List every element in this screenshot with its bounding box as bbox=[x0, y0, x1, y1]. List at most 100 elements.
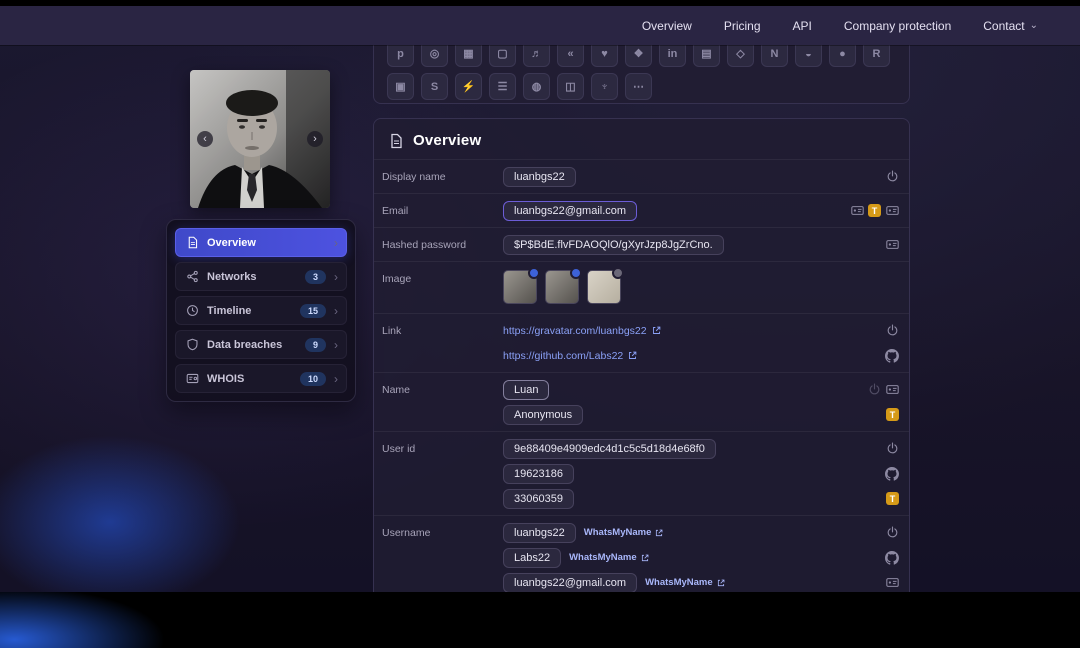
field-label: User id bbox=[382, 443, 416, 455]
field-label: Link bbox=[382, 325, 402, 337]
social-icon[interactable]: ☰ bbox=[489, 73, 516, 100]
share-icon bbox=[185, 270, 199, 284]
external-link-icon bbox=[641, 554, 649, 561]
shield-icon bbox=[185, 338, 199, 352]
name-value: Anonymous bbox=[503, 404, 584, 425]
link-text: WhatsMyName bbox=[645, 577, 713, 588]
thumbnail-badge bbox=[612, 267, 624, 279]
field-label: Display name bbox=[382, 171, 446, 183]
display-name-value: luanbgs22 bbox=[503, 166, 576, 187]
gravatar-source-icon[interactable] bbox=[885, 324, 899, 338]
social-icon[interactable]: ⋯ bbox=[625, 73, 652, 100]
row-username: Username luanbgs22 WhatsMyName Labs22 Wh… bbox=[374, 515, 909, 592]
username-value: luanbgs22 bbox=[503, 522, 576, 543]
chevron-right-icon: › bbox=[334, 337, 338, 352]
external-link-icon bbox=[656, 529, 663, 536]
gravatar-source-icon[interactable] bbox=[885, 442, 899, 456]
hashed-password-value: $P$BdE.flvFDAOQlO/gXyrJzp8JgZrCno. bbox=[503, 234, 724, 255]
sidebar-item-label: Overview bbox=[207, 236, 256, 249]
chevron-right-icon: › bbox=[334, 235, 338, 250]
sidebar-item-label: Data breaches bbox=[207, 338, 283, 351]
overview-card: Overview Display name luanbgs22 Email lu… bbox=[373, 118, 910, 592]
sidebar-item-networks[interactable]: Networks 3 › bbox=[175, 262, 347, 291]
username-value: luanbgs22@gmail.com bbox=[503, 572, 638, 592]
row-email: Email luanbgs22@gmail.com T bbox=[374, 193, 909, 227]
nav-pricing[interactable]: Pricing bbox=[724, 19, 761, 33]
social-icon[interactable]: ♆ bbox=[591, 73, 618, 100]
clock-icon bbox=[185, 304, 199, 318]
id-card-source-icon[interactable] bbox=[885, 576, 899, 590]
t-source-icon[interactable]: T bbox=[886, 492, 899, 505]
thumbnail-badge bbox=[570, 267, 582, 279]
row-display-name: Display name luanbgs22 bbox=[374, 159, 909, 193]
social-icon[interactable]: ▣ bbox=[387, 73, 414, 100]
overview-header: Overview bbox=[374, 119, 909, 159]
social-icon[interactable]: S bbox=[421, 73, 448, 100]
nav-company-protection[interactable]: Company protection bbox=[844, 19, 951, 33]
profile-photo-card: ‹ › bbox=[190, 70, 330, 208]
count-badge: 15 bbox=[299, 303, 326, 318]
sidebar-item-overview[interactable]: Overview › bbox=[175, 228, 347, 257]
field-label: Email bbox=[382, 205, 409, 217]
app-page: Overview Pricing API Company protection … bbox=[0, 6, 1080, 592]
social-icon[interactable]: ◫ bbox=[557, 73, 584, 100]
nav-contact[interactable]: Contact ⌄ bbox=[983, 19, 1038, 33]
chevron-down-icon: ⌄ bbox=[1029, 20, 1038, 31]
nav-overview[interactable]: Overview bbox=[642, 19, 692, 33]
sidebar-item-timeline[interactable]: Timeline 15 › bbox=[175, 296, 347, 325]
user-id-value: 9e88409e4909edc4d1c5c5d18d4e68f0 bbox=[503, 438, 716, 459]
document-icon bbox=[388, 133, 404, 149]
thumbnail-badge bbox=[528, 267, 540, 279]
document-icon bbox=[185, 236, 199, 250]
chevron-right-icon: › bbox=[334, 303, 338, 318]
nav-api[interactable]: API bbox=[793, 19, 812, 33]
count-badge: 10 bbox=[299, 371, 326, 386]
sidebar-item-whois[interactable]: WHOIS 10 › bbox=[175, 364, 347, 393]
t-source-icon[interactable]: T bbox=[868, 204, 881, 217]
link-text: https://github.com/Labs22 bbox=[503, 349, 624, 362]
whatsmyname-link[interactable]: WhatsMyName bbox=[645, 577, 725, 588]
chevron-right-icon: › bbox=[334, 269, 338, 284]
id-card-source-icon[interactable] bbox=[885, 238, 899, 252]
sidebar-item-label: Networks bbox=[207, 270, 257, 283]
count-badge: 9 bbox=[304, 337, 326, 352]
row-link: Link https://gravatar.com/luanbgs22 http… bbox=[374, 313, 909, 372]
github-source-icon[interactable] bbox=[885, 466, 899, 481]
github-source-icon[interactable] bbox=[885, 348, 899, 363]
id-card-icon bbox=[185, 372, 199, 386]
social-icons-row-2: ▣ S ⚡ ☰ ◍ ◫ ♆ ⋯ bbox=[387, 73, 897, 100]
user-id-value: 33060359 bbox=[503, 488, 574, 509]
link-text: WhatsMyName bbox=[583, 527, 652, 538]
social-icon[interactable]: ⚡ bbox=[455, 73, 482, 100]
sidebar-item-data-breaches[interactable]: Data breaches 9 › bbox=[175, 330, 347, 359]
sidebar-item-label: Timeline bbox=[207, 304, 252, 317]
carousel-next-button[interactable]: › bbox=[307, 131, 323, 147]
profile-thumbnail[interactable] bbox=[545, 267, 582, 304]
external-link-icon bbox=[629, 351, 637, 359]
username-value: Labs22 bbox=[503, 547, 562, 568]
gravatar-source-icon[interactable] bbox=[867, 383, 881, 397]
nav-contact-label: Contact bbox=[983, 18, 1025, 33]
link-text: https://gravatar.com/luanbgs22 bbox=[503, 324, 647, 337]
gravatar-source-icon[interactable] bbox=[885, 526, 899, 540]
external-link-icon bbox=[652, 326, 660, 334]
gravatar-source-icon[interactable] bbox=[885, 170, 899, 184]
profile-thumbnail[interactable] bbox=[503, 267, 540, 304]
whatsmyname-link[interactable]: WhatsMyName bbox=[569, 552, 649, 563]
id-card-source-icon[interactable] bbox=[885, 204, 899, 218]
gravatar-profile-link[interactable]: https://gravatar.com/luanbgs22 bbox=[503, 325, 661, 337]
t-source-icon[interactable]: T bbox=[886, 408, 899, 421]
profile-thumbnail[interactable] bbox=[587, 267, 624, 304]
github-source-icon[interactable] bbox=[885, 550, 899, 565]
social-icon[interactable]: ◍ bbox=[523, 73, 550, 100]
field-label: Username bbox=[382, 527, 431, 539]
sidebar-menu: Overview › Networks 3 › Timeline 15 › Da… bbox=[166, 219, 356, 402]
row-hashed-password: Hashed password $P$BdE.flvFDAOQlO/gXyrJz… bbox=[374, 227, 909, 261]
bottom-blue-glow bbox=[0, 592, 240, 648]
id-card-source-icon[interactable] bbox=[885, 383, 899, 397]
external-link-icon bbox=[717, 579, 725, 586]
github-profile-link[interactable]: https://github.com/Labs22 bbox=[503, 350, 637, 362]
whatsmyname-link[interactable]: WhatsMyName bbox=[584, 527, 664, 538]
id-card-source-icon[interactable] bbox=[850, 204, 864, 218]
carousel-prev-button[interactable]: ‹ bbox=[197, 131, 213, 147]
